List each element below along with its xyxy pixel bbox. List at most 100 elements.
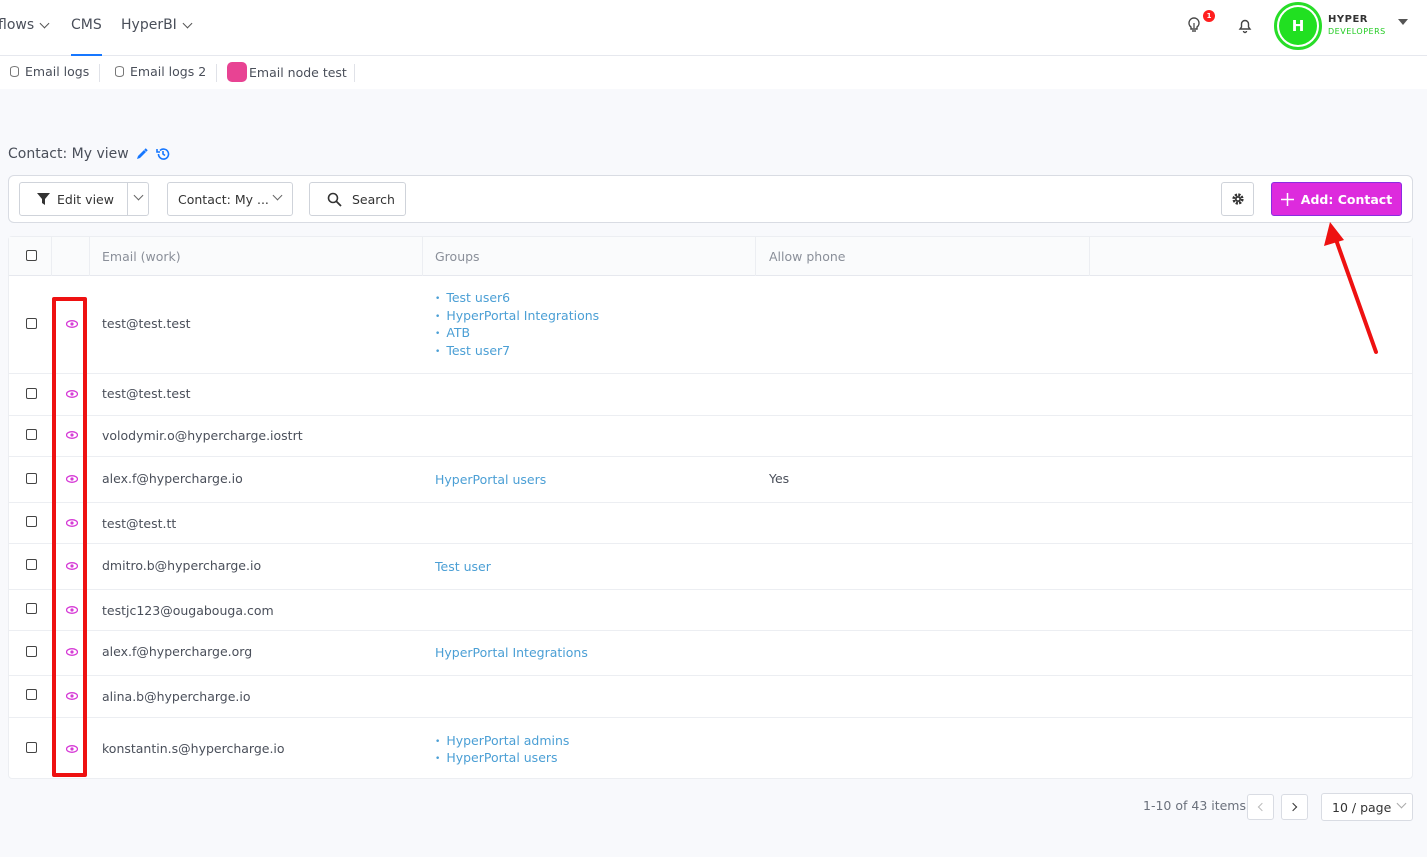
notification-badge: 1 (1203, 10, 1215, 22)
nav-item-label: CMS (71, 17, 102, 33)
view-select-value: Contact: My ... (178, 191, 269, 207)
page-size-select[interactable]: 10 / page (1321, 793, 1413, 821)
tab-email-node-test[interactable]: Email node test (227, 62, 347, 82)
group-link[interactable]: Test user (435, 559, 491, 574)
select-all-checkbox[interactable] (26, 250, 37, 261)
email-cell: test@test.test (102, 316, 191, 331)
email-cell: volodymir.o@hypercharge.iostrt (102, 428, 303, 443)
avatar[interactable]: H (1279, 7, 1317, 45)
top-navigation: flows CMS HyperBI 1 H HYPER DEVELOPERS (0, 0, 1427, 56)
row-checkbox[interactable] (26, 603, 37, 614)
row-checkbox[interactable] (26, 388, 37, 399)
tab-divider (99, 64, 100, 82)
settings-button[interactable] (1221, 182, 1254, 216)
view-select[interactable]: Contact: My ... (167, 182, 293, 216)
search-button[interactable]: Search (309, 182, 406, 216)
row-checkbox[interactable] (26, 559, 37, 570)
nav-item-flows[interactable]: flows (0, 17, 50, 33)
row-checkbox[interactable] (26, 742, 37, 753)
nav-item-cms[interactable]: CMS (71, 17, 102, 33)
tab-label: Email node test (249, 64, 347, 80)
table-row[interactable]: test@test.test Test user6 HyperPortal In… (9, 276, 1412, 374)
nav-item-hyperbi[interactable]: HyperBI (121, 17, 193, 33)
filter-icon (37, 193, 50, 205)
row-checkbox[interactable] (26, 689, 37, 700)
highlight-box (52, 297, 87, 777)
group-link[interactable]: HyperPortal users (435, 750, 557, 765)
chevron-down-icon[interactable] (133, 190, 144, 201)
column-divider (51, 237, 52, 276)
contacts-table: Email (work) Groups Allow phone test@tes… (8, 236, 1413, 779)
email-cell: test@test.test (102, 386, 191, 401)
search-label: Search (352, 191, 395, 207)
add-contact-button[interactable]: Add: Contact (1271, 182, 1402, 216)
chevron-right-icon (1288, 802, 1298, 812)
edit-view-button[interactable]: Edit view (19, 182, 149, 216)
row-checkbox[interactable] (26, 516, 37, 527)
table-row[interactable]: testjc123@ougabouga.com (9, 590, 1412, 631)
database-icon (115, 66, 124, 77)
chevron-down-icon (1396, 798, 1407, 809)
prev-page-button[interactable] (1247, 794, 1274, 820)
next-page-button[interactable] (1281, 794, 1308, 820)
email-cell: alex.f@hypercharge.io (102, 471, 243, 486)
email-cell: testjc123@ougabouga.com (102, 603, 274, 618)
allow-phone-cell: Yes (769, 471, 790, 486)
table-row[interactable]: volodymir.o@hypercharge.iostrt (9, 416, 1412, 457)
group-link[interactable]: Test user7 (435, 343, 510, 358)
group-link[interactable]: HyperPortal admins (435, 733, 569, 748)
view-header: Contact: My view (8, 146, 171, 162)
table-row[interactable]: test@test.tt (9, 503, 1412, 544)
nav-item-label: flows (0, 17, 35, 33)
column-header-email[interactable]: Email (work) (102, 249, 181, 264)
tab-email-logs-2[interactable]: Email logs 2 (115, 64, 206, 79)
bell-icon[interactable] (1236, 16, 1254, 34)
lightbulb-icon[interactable] (1185, 16, 1203, 34)
group-link[interactable]: ATB (435, 325, 470, 340)
node-icon (227, 62, 247, 82)
column-divider (755, 237, 756, 276)
chevron-down-icon (182, 18, 193, 28)
gear-icon (1231, 193, 1244, 205)
row-checkbox[interactable] (26, 318, 37, 329)
brand-name: HYPER (1328, 14, 1368, 25)
pencil-icon[interactable] (135, 147, 149, 161)
row-checkbox[interactable] (26, 473, 37, 484)
group-link[interactable]: HyperPortal Integrations (435, 645, 588, 660)
email-cell: test@test.tt (102, 516, 177, 531)
chevron-down-icon (272, 190, 283, 201)
tab-email-logs[interactable]: Email logs (10, 64, 89, 79)
page-size-value: 10 / page (1332, 800, 1392, 815)
row-checkbox[interactable] (26, 429, 37, 440)
table-row[interactable]: konstantin.s@hypercharge.io HyperPortal … (9, 718, 1412, 779)
row-checkbox[interactable] (26, 646, 37, 657)
tab-label: Email logs (25, 64, 90, 79)
group-link[interactable]: HyperPortal users (435, 472, 546, 487)
plus-icon (1280, 192, 1294, 206)
tab-label: Email logs 2 (130, 64, 207, 79)
column-divider (422, 237, 423, 276)
history-icon[interactable] (155, 146, 171, 162)
table-row[interactable]: dmitro.b@hypercharge.io Test user (9, 544, 1412, 590)
workspace-tabs: Email logs Email logs 2 Email node test (0, 56, 1427, 89)
column-divider (89, 237, 90, 276)
edit-view-label: Edit view (57, 191, 114, 207)
column-header-allow-phone[interactable]: Allow phone (769, 249, 845, 264)
table-row[interactable]: alina.b@hypercharge.io (9, 676, 1412, 718)
email-cell: alina.b@hypercharge.io (102, 689, 251, 704)
pagination-info: 1-10 of 43 items (1143, 798, 1246, 813)
table-header: Email (work) Groups Allow phone (9, 237, 1412, 276)
tab-divider (354, 64, 355, 82)
split-divider (127, 183, 128, 215)
table-row[interactable]: alex.f@hypercharge.io HyperPortal users … (9, 457, 1412, 503)
table-row[interactable]: alex.f@hypercharge.org HyperPortal Integ… (9, 631, 1412, 676)
group-link[interactable]: Test user6 (435, 290, 510, 305)
user-menu-caret-icon[interactable] (1398, 19, 1408, 25)
column-header-groups[interactable]: Groups (435, 249, 480, 264)
toolbar: Edit view Contact: My ... Search Add: Co… (8, 175, 1413, 223)
table-row[interactable]: test@test.test (9, 374, 1412, 416)
group-link[interactable]: HyperPortal Integrations (435, 308, 599, 323)
chevron-left-icon (1257, 802, 1267, 812)
nav-item-label: HyperBI (121, 17, 177, 33)
add-contact-label: Add: Contact (1300, 191, 1393, 207)
